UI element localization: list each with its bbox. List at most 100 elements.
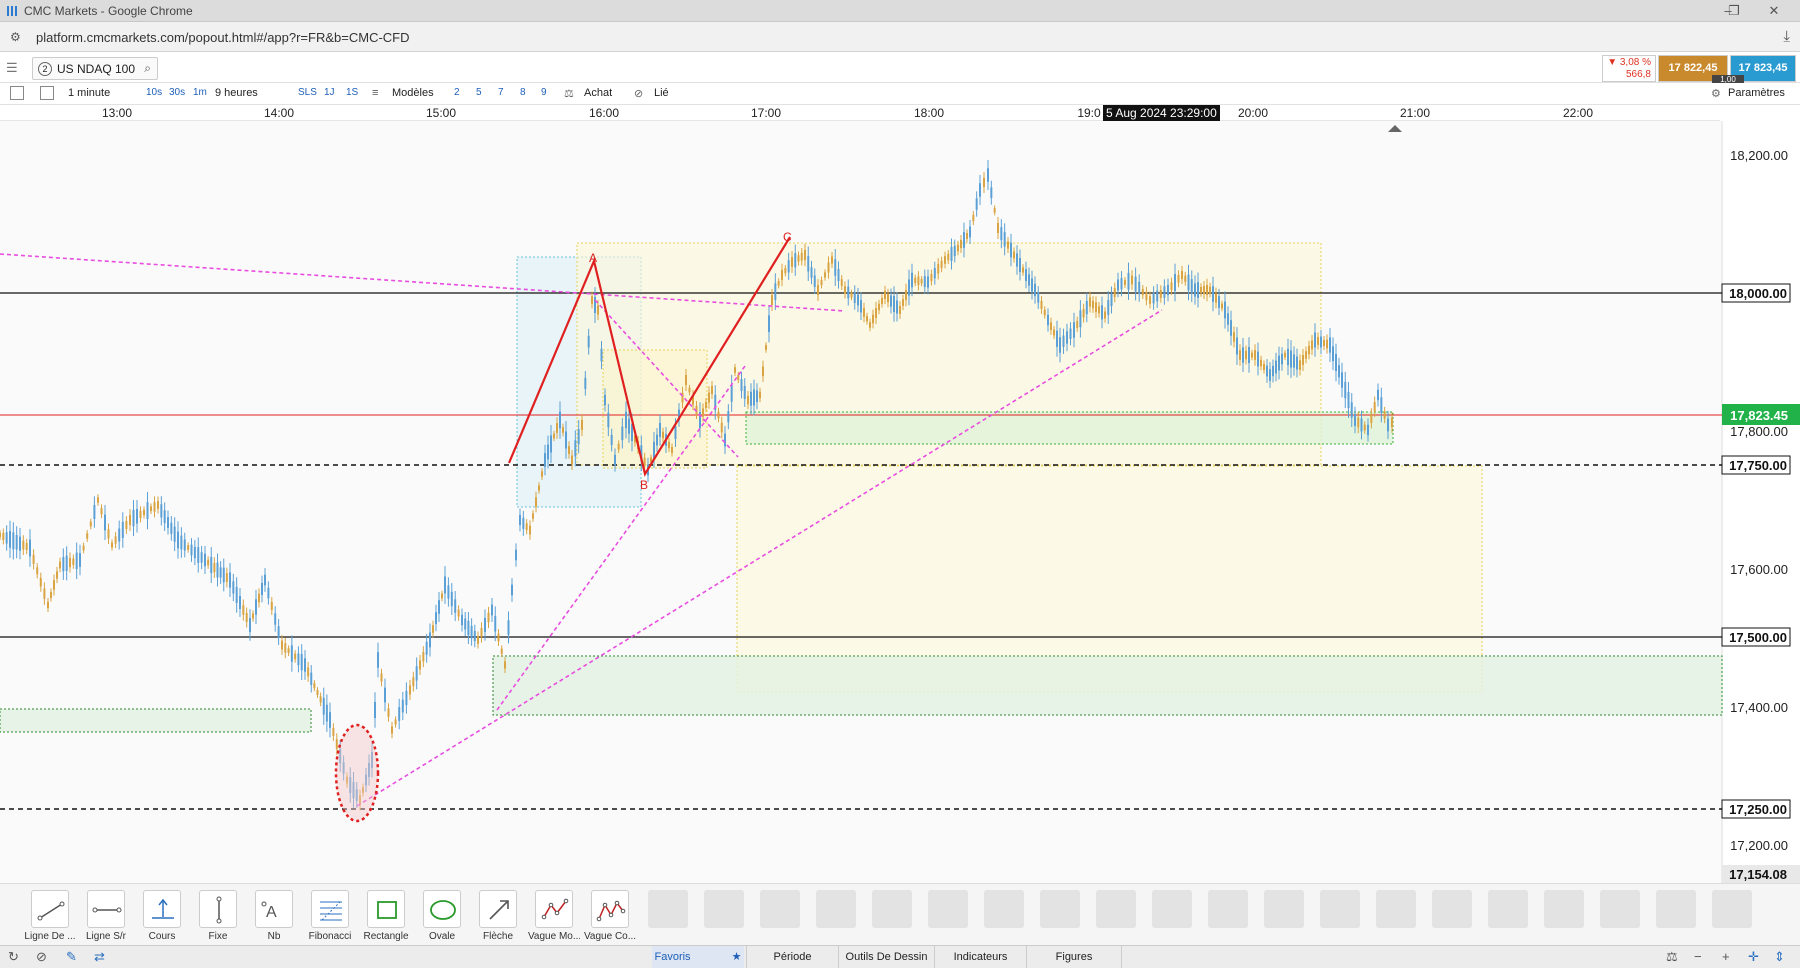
candle-body <box>1302 355 1304 365</box>
interval-10s[interactable]: 10s <box>146 87 162 98</box>
cancel-icon[interactable]: ⊘ <box>36 949 47 965</box>
list-icon[interactable] <box>10 86 24 100</box>
search-icon[interactable]: ⌕ <box>144 61 151 76</box>
tool-label: Cours <box>148 931 176 942</box>
layout-icon[interactable] <box>40 86 54 100</box>
crosshair-icon[interactable]: ✛ <box>1748 949 1759 965</box>
site-settings-icon[interactable]: ⚙ <box>10 30 21 44</box>
fit-icon[interactable]: ⇕ <box>1774 949 1785 965</box>
candle-body <box>300 654 303 671</box>
model-5[interactable]: 5 <box>476 87 482 98</box>
candle-body <box>727 411 730 423</box>
sls-button[interactable]: SLS <box>298 87 317 98</box>
close-icon[interactable]: ✕ <box>1762 3 1786 19</box>
oval-marker[interactable] <box>334 723 380 823</box>
download-icon[interactable]: ⤓ <box>1783 28 1790 45</box>
models-button[interactable]: Modèles <box>392 87 434 99</box>
url-field[interactable]: platform.cmcmarkets.com/popout.html#/app… <box>36 30 410 45</box>
price-chart[interactable]: A B C 18,200.00 17,800.00 17,600.00 17,4… <box>0 121 1800 883</box>
settings-button[interactable]: Paramètres <box>1728 87 1785 99</box>
trend-line-icon <box>37 901 65 921</box>
candle-body <box>571 455 573 465</box>
candle-body <box>685 375 687 385</box>
candle-body <box>1028 274 1030 286</box>
tab-favoris[interactable]: Favoris ★ <box>652 946 744 968</box>
candle-body <box>47 601 49 609</box>
zone-green-lower[interactable] <box>492 655 1723 716</box>
range-select[interactable]: 9 heures <box>215 87 258 99</box>
time-label: 17:00 <box>750 106 782 120</box>
link-icon[interactable]: ⊘ <box>634 87 643 100</box>
pencil-icon[interactable]: ✎ <box>66 949 77 965</box>
chart-toolbar: 1 minute 10s 30s 1m 9 heures SLS 1J 1S ≡… <box>0 83 1800 105</box>
model-8[interactable]: 8 <box>520 87 526 98</box>
refresh-icon[interactable]: ↻ <box>8 949 19 965</box>
candle-body <box>429 632 431 648</box>
tool-price-line[interactable]: Cours <box>136 890 188 942</box>
candle-body <box>853 292 856 303</box>
tool-vertical-line[interactable]: Fixe <box>192 890 244 942</box>
tab-outils-de-dessin[interactable]: Outils De Dessin <box>838 946 934 968</box>
candle-body <box>252 613 254 619</box>
empty-tool-slot <box>1600 890 1640 928</box>
restore-icon[interactable]: ❐ <box>1722 3 1746 19</box>
address-bar: ⚙ platform.cmcmarkets.com/popout.html#/a… <box>0 22 1800 52</box>
range-1j-button[interactable]: 1J <box>324 87 335 98</box>
tab-indicateurs[interactable]: Indicateurs <box>934 946 1026 968</box>
candle-body <box>507 620 510 635</box>
cursor-icon[interactable]: ⇄ <box>94 949 105 965</box>
candle-body <box>1062 335 1065 347</box>
model-7[interactable]: 7 <box>498 87 504 98</box>
interval-1m[interactable]: 1m <box>193 87 207 98</box>
candle-body <box>1025 269 1027 281</box>
candle-body <box>50 592 52 598</box>
interval-30s[interactable]: 30s <box>169 87 185 98</box>
candle-body <box>944 256 946 264</box>
models-icon[interactable]: ≡ <box>372 87 378 99</box>
tab-figures[interactable]: Figures <box>1026 946 1122 968</box>
buy-button[interactable]: Achat <box>584 87 612 99</box>
instrument-tab[interactable]: 2 US NDAQ 100 ⌕ <box>32 57 158 80</box>
candle-body <box>614 454 616 466</box>
tool-sr-line[interactable]: Ligne S/r <box>80 890 132 942</box>
buy-icon[interactable]: ⚖ <box>564 87 574 100</box>
menu-icon[interactable]: ☰ <box>6 60 26 76</box>
model-9[interactable]: 9 <box>541 87 547 98</box>
settings-icon[interactable]: ⚙ <box>1711 87 1721 100</box>
current-price-label: 17,823.45 <box>1730 408 1788 423</box>
candle-body <box>887 293 889 303</box>
candle-body <box>1332 346 1334 362</box>
model-2[interactable]: 2 <box>454 87 460 98</box>
candle-body <box>562 427 564 433</box>
range-1s-button[interactable]: 1S <box>346 87 358 98</box>
tool-arrow[interactable]: Flèche <box>472 890 524 942</box>
candle-body <box>933 268 936 279</box>
linked-button[interactable]: Lié <box>654 87 669 99</box>
tool-fibonacci[interactable]: Fibonacci <box>304 890 356 942</box>
zone-green-upper[interactable] <box>745 411 1394 445</box>
tool-label: Flèche <box>482 931 513 942</box>
tool-wave-co[interactable]: Vague Co... <box>584 890 636 942</box>
candle-body <box>484 617 486 633</box>
tool-label: Vague Mo... <box>528 931 580 942</box>
candle-body <box>170 522 173 534</box>
tool-rectangle[interactable]: Rectangle <box>360 890 412 942</box>
candle-body <box>461 614 463 626</box>
interval-select[interactable]: 1 minute <box>68 87 110 99</box>
candle-body <box>249 617 251 633</box>
tab-periode[interactable]: Période <box>746 946 838 968</box>
candle-body <box>625 411 627 429</box>
zoom-in-icon[interactable]: + <box>1722 949 1730 964</box>
tool-text[interactable]: A Nb <box>248 890 300 942</box>
empty-tool-slot <box>1656 890 1696 928</box>
candle-body <box>1230 320 1232 336</box>
tool-oval[interactable]: Ovale <box>416 890 468 942</box>
scale-icon[interactable]: ⚖ <box>1666 949 1678 965</box>
candle-body <box>22 540 25 550</box>
zoom-out-icon[interactable]: − <box>1694 949 1702 964</box>
candle-body <box>1000 227 1003 241</box>
tool-trend-line[interactable]: Ligne De ... <box>24 890 76 942</box>
zone-green-left[interactable] <box>0 708 312 733</box>
candle-body <box>565 431 567 449</box>
tool-wave-mo[interactable]: Vague Mo... <box>528 890 580 942</box>
